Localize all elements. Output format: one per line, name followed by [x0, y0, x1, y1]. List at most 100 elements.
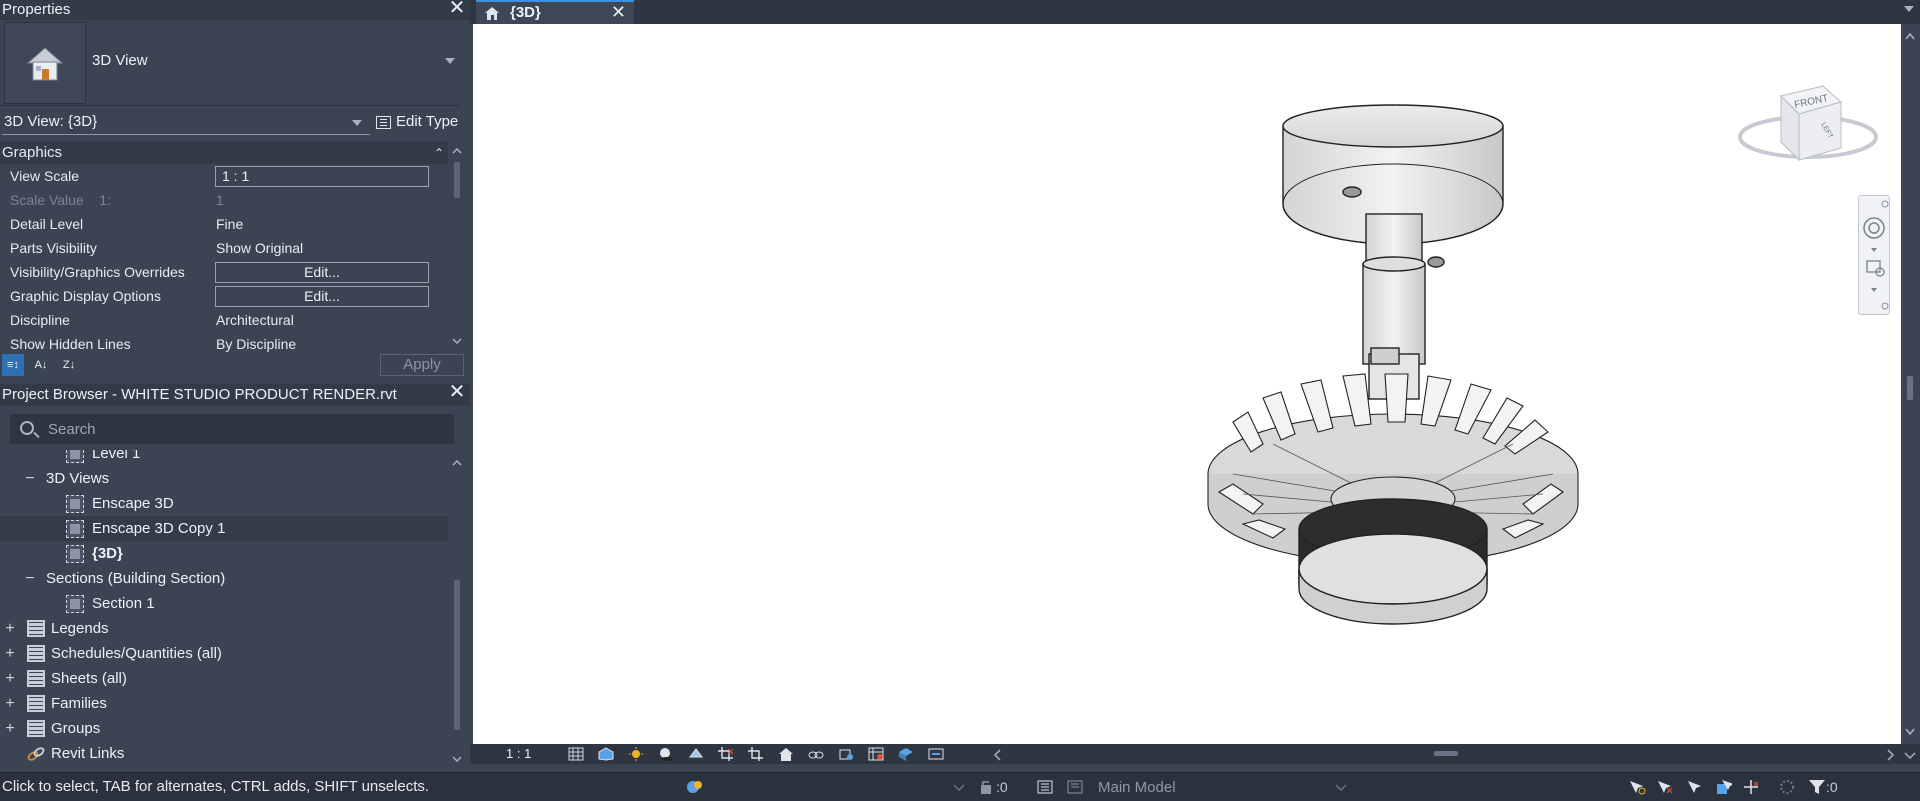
reveal-hidden-icon[interactable]	[838, 747, 854, 761]
background-process-icon[interactable]	[1778, 779, 1796, 795]
expand-plus-icon[interactable]: +	[4, 716, 16, 741]
instance-selector[interactable]: 3D View: {3D}	[2, 111, 370, 135]
steering-wheel-icon[interactable]	[1863, 217, 1885, 239]
viewport-scrollbar[interactable]	[1901, 24, 1920, 744]
visual-style-icon[interactable]	[598, 747, 614, 761]
scroll-thumb[interactable]	[454, 580, 460, 730]
tree-node-legends[interactable]: + Legends	[0, 616, 448, 641]
scroll-up-icon[interactable]	[1905, 32, 1915, 40]
chevron-down-icon[interactable]	[1871, 288, 1877, 292]
properties-scrollbar[interactable]	[448, 142, 466, 352]
select-by-face-icon[interactable]	[1714, 779, 1732, 795]
prop-value[interactable]: By Discipline	[216, 332, 296, 352]
horizontal-scroll-thumb[interactable]	[1434, 751, 1458, 756]
tree-node-schedules[interactable]: + Schedules/Quantities (all)	[0, 641, 448, 666]
tree-node-groups[interactable]: + Groups	[0, 716, 448, 741]
tree-node-enscape-3d-copy-1[interactable]: Enscape 3D Copy 1	[0, 516, 448, 541]
sort-ascending-icon[interactable]: A↓	[30, 354, 52, 376]
view-scale-input[interactable]: 1 : 1	[215, 166, 429, 187]
scroll-thumb[interactable]	[1907, 376, 1913, 400]
chevron-right-icon[interactable]	[1882, 748, 1898, 762]
apply-button[interactable]: Apply	[380, 354, 464, 376]
expand-plus-icon[interactable]: +	[4, 691, 16, 716]
tab-close-icon[interactable]: ✕	[611, 2, 626, 22]
dropdown-arrow-icon[interactable]	[1332, 779, 1350, 795]
browser-close-icon[interactable]: ✕	[448, 382, 466, 402]
scroll-down-icon[interactable]	[452, 754, 462, 764]
expand-plus-icon[interactable]: +	[4, 641, 16, 666]
temporary-view-properties-icon[interactable]	[868, 747, 884, 761]
show-analytical-model-icon[interactable]	[928, 747, 944, 761]
collapse-icon[interactable]: ⌃	[434, 142, 444, 164]
type-thumbnail	[4, 22, 86, 104]
zoom-region-icon[interactable]	[1866, 260, 1885, 277]
expand-plus-icon[interactable]: +	[4, 666, 16, 691]
view-scale-button[interactable]: 1 : 1	[506, 744, 531, 764]
tree-node-level-1[interactable]: Level 1	[0, 450, 448, 466]
prop-value[interactable]: Architectural	[216, 308, 294, 332]
navbar-close-icon[interactable]	[1881, 200, 1889, 208]
tab-menu-chevron-icon[interactable]	[1904, 6, 1914, 12]
scroll-up-icon[interactable]	[452, 146, 462, 156]
tree-node-revit-links[interactable]: Revit Links	[0, 741, 448, 766]
categorized-sort-icon[interactable]: ≡↕	[2, 354, 24, 376]
crop-view-icon[interactable]	[718, 747, 734, 761]
scroll-down-icon[interactable]	[1902, 748, 1918, 762]
type-dropdown-arrow-icon[interactable]	[445, 58, 455, 64]
design-options-icon[interactable]	[1036, 779, 1054, 795]
select-pinned-icon[interactable]	[1686, 779, 1704, 795]
chevron-down-icon[interactable]	[1871, 248, 1877, 252]
tree-node-enscape-3d[interactable]: Enscape 3D	[0, 491, 448, 516]
prop-row-parts-visibility[interactable]: Parts Visibility Show Original	[0, 236, 448, 260]
rendering-dialog-icon[interactable]	[688, 747, 704, 761]
unlocked-3d-view-icon[interactable]	[778, 747, 794, 761]
tab-3d[interactable]: {3D} ✕	[476, 0, 634, 24]
edit-type-button[interactable]: Edit Type	[376, 111, 458, 135]
home-icon	[485, 7, 499, 20]
tree-node-3d-views[interactable]: − 3D Views	[0, 466, 448, 491]
prop-value[interactable]: Fine	[216, 212, 243, 236]
tree-node-families[interactable]: + Families	[0, 691, 448, 716]
scroll-thumb[interactable]	[454, 162, 460, 198]
scroll-up-icon[interactable]	[452, 458, 462, 468]
tree-node-sheets[interactable]: + Sheets (all)	[0, 666, 448, 691]
select-underlay-icon[interactable]	[1656, 779, 1674, 795]
collapse-minus-icon[interactable]: −	[24, 466, 36, 491]
browser-scrollbar[interactable]	[448, 450, 466, 772]
vg-overrides-edit-button[interactable]: Edit...	[215, 262, 429, 283]
show-crop-region-icon[interactable]	[748, 747, 764, 761]
select-links-icon[interactable]	[1628, 779, 1646, 795]
scroll-down-icon[interactable]	[1905, 728, 1915, 736]
filter-icon[interactable]	[1808, 779, 1826, 795]
active-model-select[interactable]: Main Model	[1098, 779, 1176, 796]
prop-value[interactable]: Show Original	[216, 236, 303, 260]
group-header-graphics[interactable]: Graphics ⌃	[0, 142, 448, 164]
detail-level-icon[interactable]	[568, 747, 584, 761]
browser-search-input[interactable]	[48, 418, 438, 440]
prop-row-hidden-lines[interactable]: Show Hidden Lines By Discipline	[0, 332, 448, 352]
expand-plus-icon[interactable]: +	[4, 616, 16, 641]
sort-descending-icon[interactable]: Z↓	[58, 354, 80, 376]
temporary-hide-icon[interactable]	[808, 747, 824, 761]
tree-node-section-1[interactable]: Section 1	[0, 591, 448, 616]
collapse-minus-icon[interactable]: −	[24, 566, 36, 591]
chevron-left-icon[interactable]	[990, 748, 1006, 762]
dropdown-arrow-icon[interactable]	[950, 779, 968, 795]
prop-row-detail-level[interactable]: Detail Level Fine	[0, 212, 448, 236]
navbar-options-icon[interactable]	[1881, 302, 1889, 310]
graphic-display-edit-button[interactable]: Edit...	[215, 286, 429, 307]
viewport-3d[interactable]: FRONT LEFT	[473, 24, 1901, 744]
drag-on-selection-icon[interactable]	[1742, 779, 1760, 795]
active-option-icon[interactable]	[1066, 779, 1084, 795]
tree-node-3d-default[interactable]: {3D}	[0, 541, 448, 566]
editable-only-icon[interactable]	[978, 779, 996, 795]
properties-close-icon[interactable]: ✕	[448, 0, 466, 18]
prop-row-discipline[interactable]: Discipline Architectural	[0, 308, 448, 332]
sun-path-icon[interactable]	[628, 747, 644, 761]
viewcube[interactable]: FRONT LEFT	[1738, 85, 1878, 162]
shadows-icon[interactable]	[658, 747, 674, 761]
tree-node-sections[interactable]: − Sections (Building Section)	[0, 566, 448, 591]
worksets-icon[interactable]	[686, 779, 704, 795]
scroll-down-icon[interactable]	[452, 336, 462, 346]
worksharing-display-icon[interactable]	[898, 747, 914, 761]
